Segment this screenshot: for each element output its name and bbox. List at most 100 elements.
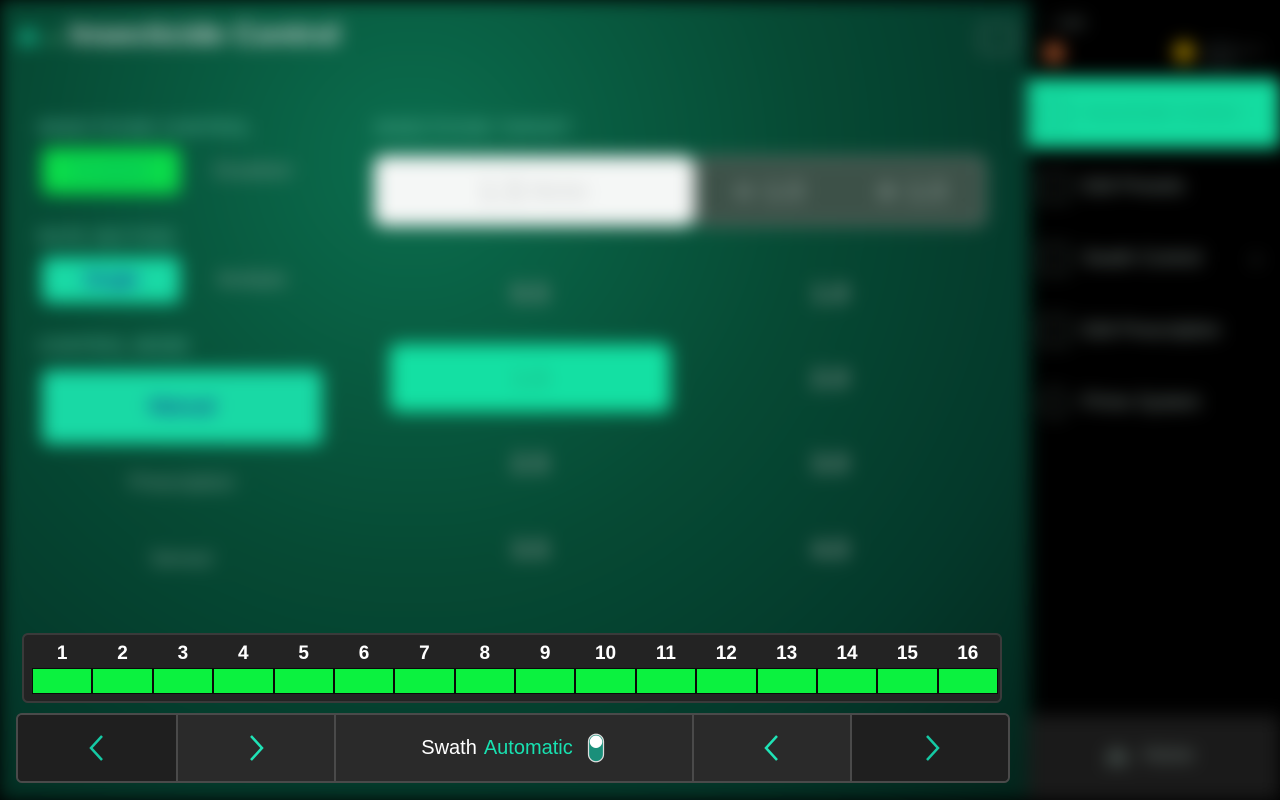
prescription-option[interactable]: Prescription <box>42 456 322 510</box>
swath-control-icon <box>1040 245 1068 273</box>
swath-section-number: 8 <box>479 643 491 664</box>
menu-item-swath-control[interactable]: Swath Control ▸ <box>1040 245 1260 273</box>
preset-button[interactable]: 2.0 <box>690 363 970 394</box>
menu-item-label: Insecticide Control <box>1082 103 1239 124</box>
next-page-left-button[interactable] <box>178 715 336 781</box>
increment-button[interactable]: ⊕ 1.0 <box>840 175 983 207</box>
sensor-option[interactable]: Sensor <box>42 532 322 586</box>
breadcrumb-chevron-icon: ▸ <box>52 30 61 47</box>
swath-section-indicator[interactable] <box>32 668 93 694</box>
swath-section-number: 3 <box>177 643 189 664</box>
swath-section-bar: 1 2 3 4 5 6 7 8 9 10 11 12 13 14 15 16 <box>22 633 1002 703</box>
edit-prescription-icon <box>1040 317 1068 345</box>
gps-icon <box>1045 44 1063 62</box>
swath-section-indicator[interactable] <box>394 668 455 694</box>
preset-button[interactable]: 2.5 <box>390 448 670 479</box>
swath-section-indicator[interactable] <box>756 668 817 694</box>
swath-section-indicator[interactable] <box>92 668 153 694</box>
decrement-button[interactable]: ⊖ 1.0 <box>697 175 840 207</box>
menu-item-label: Swath Control <box>1082 248 1202 269</box>
preset-button-selected[interactable]: 1.5 <box>390 344 670 412</box>
insecticide-target-label: INSECTICIDE TARGET <box>375 118 573 138</box>
swath-section-indicator[interactable] <box>515 668 576 694</box>
swath-section-indicator[interactable] <box>152 668 214 694</box>
disabled-option[interactable]: Disabled <box>190 148 314 194</box>
plus-circle-icon: ⊕ <box>876 177 898 205</box>
preset-button[interactable]: 0.5 <box>390 278 670 309</box>
edit-presets-icon <box>1040 173 1068 201</box>
swath-section-number: 12 <box>715 643 737 664</box>
display-icon <box>1208 46 1232 64</box>
swath-section-number: 4 <box>238 643 249 664</box>
chevron-left-icon <box>764 735 778 761</box>
manual-option[interactable]: Manual <box>42 370 322 444</box>
panel-toggle-icon[interactable] <box>980 24 1016 52</box>
speed-readout: -- mph <box>1045 14 1085 30</box>
next-page-right-button[interactable] <box>852 715 1008 781</box>
swath-section-number: 1 <box>56 643 68 664</box>
menu-item-label: Edit Prescription <box>1082 320 1221 341</box>
rate-section-label: RATE SECTION <box>38 227 175 247</box>
swath-label-text: Swath <box>421 736 477 759</box>
home-icon <box>1108 748 1126 765</box>
chevron-right-icon <box>926 735 940 761</box>
insecticide-control-icon <box>1040 100 1068 128</box>
menu-item-prime-system[interactable]: Prime System <box>1040 389 1200 417</box>
swath-section-indicator[interactable] <box>937 668 998 694</box>
swath-section-indicator[interactable] <box>696 668 757 694</box>
target-unit: lbs/ac <box>531 178 589 203</box>
menu-item-label: Edit Presets <box>1082 176 1185 197</box>
minus-circle-icon: ⊖ <box>733 177 755 205</box>
menu-item-edit-prescription[interactable]: Edit Prescription <box>1040 317 1220 345</box>
speed-value: -- <box>1045 14 1055 30</box>
preset-button[interactable]: 1.0 <box>690 278 970 309</box>
home-button-content: Home <box>1105 744 1194 768</box>
target-value: 1.5 <box>479 172 524 209</box>
swath-section-indicator[interactable] <box>333 668 395 694</box>
swath-section-indicator[interactable] <box>816 668 878 694</box>
swath-mode-label: Swath Automatic <box>421 733 607 763</box>
submenu-arrow-icon: ▸ <box>1254 252 1261 266</box>
bottom-nav-bar: Swath Automatic <box>16 713 1010 783</box>
increment-value: 1.0 <box>907 175 947 206</box>
swath-section-indicator[interactable] <box>877 668 938 694</box>
connection-icon: <·> <box>1240 42 1262 58</box>
chevron-left-icon <box>89 735 103 761</box>
multiple-option[interactable]: Multiple <box>190 257 314 303</box>
swath-section-number: 9 <box>539 643 551 664</box>
single-option[interactable]: Single <box>42 257 180 303</box>
speed-unit: mph <box>1058 14 1086 30</box>
page-title: Insecticide Control <box>70 18 341 51</box>
enabled-option[interactable]: Enabled <box>42 148 180 194</box>
home-label: Home <box>1143 745 1194 766</box>
toggle-icon <box>587 733 604 763</box>
insecticide-control-label: INSECTICIDE CONTROL <box>38 118 252 138</box>
swath-section-number: 10 <box>594 643 617 664</box>
swath-section-indicator[interactable] <box>454 668 515 694</box>
target-stepper: ⊖ 1.0 ⊕ 1.0 <box>694 156 986 226</box>
prev-page-left-button[interactable] <box>18 715 178 781</box>
swath-section-indicator[interactable] <box>635 668 697 694</box>
preset-button[interactable]: 3.5 <box>390 534 670 565</box>
swath-section-indicator[interactable] <box>575 668 636 694</box>
preset-button[interactable]: 4.0 <box>690 534 970 565</box>
swath-section-indicator[interactable] <box>273 668 334 694</box>
swath-mode-toggle[interactable]: Swath Automatic <box>336 715 694 781</box>
swath-section-number: 7 <box>419 643 430 664</box>
menu-item-insecticide-control[interactable]: Insecticide Control <box>1040 100 1238 128</box>
swath-section-indicator[interactable] <box>213 668 274 694</box>
swath-section-number: 15 <box>896 643 918 664</box>
home-icon[interactable] <box>16 24 40 48</box>
swath-section-number: 6 <box>358 643 370 664</box>
swath-section-number: 11 <box>655 643 676 664</box>
swath-section-number: 5 <box>298 643 309 664</box>
control-mode-label: CONTROL MODE <box>38 336 190 356</box>
target-value-display[interactable]: 1.5 lbs/ac <box>374 156 694 226</box>
chevron-right-icon <box>250 735 264 761</box>
swath-section-number: 13 <box>776 643 798 664</box>
prime-system-icon <box>1040 389 1068 417</box>
menu-item-edit-presets[interactable]: Edit Presets <box>1040 173 1184 201</box>
prev-page-right-button[interactable] <box>694 715 852 781</box>
preset-button[interactable]: 3.0 <box>690 448 970 479</box>
decrement-value: 1.0 <box>764 175 804 206</box>
